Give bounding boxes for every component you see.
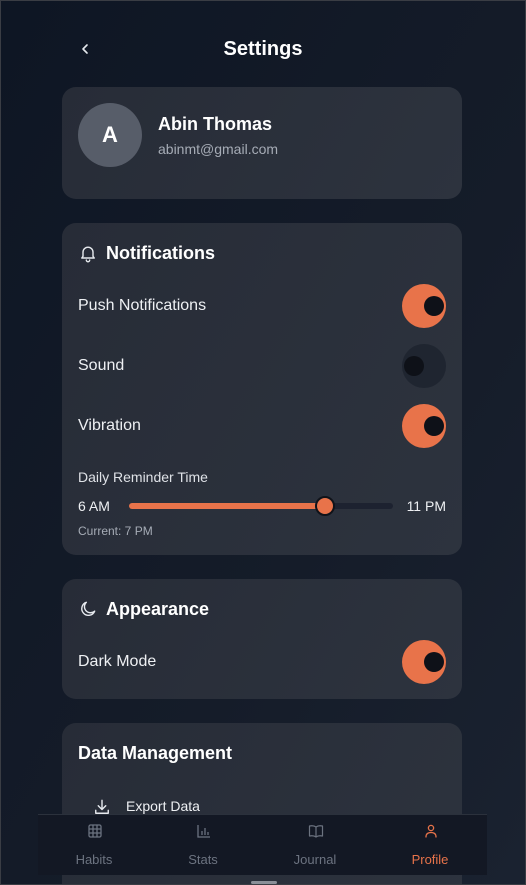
push-notifications-toggle[interactable] (402, 284, 446, 328)
toggle-knob (424, 652, 444, 672)
reminder-min-label: 6 AM (78, 498, 110, 514)
notifications-title: Notifications (106, 243, 216, 263)
dark-mode-toggle[interactable] (402, 640, 446, 684)
notifications-card: Notifications Push Notifications Sound V… (62, 223, 462, 555)
reminder-max-label: 11 PM (406, 498, 446, 514)
tab-stats[interactable]: Stats (147, 815, 259, 875)
vibration-label: Vibration (78, 417, 141, 434)
tab-journal-label: Journal (293, 852, 337, 867)
dark-mode-label: Dark Mode (78, 653, 157, 670)
appearance-title: Appearance (106, 599, 210, 619)
export-data-label: Export Data (126, 798, 200, 814)
bottom-tab-bar: Habits Stats Journal Profile (38, 814, 487, 875)
user-email: abinmt@gmail.com (158, 141, 279, 157)
grid-icon (88, 824, 102, 838)
vibration-toggle[interactable] (402, 404, 446, 448)
user-icon (425, 824, 437, 838)
reminder-time-label: Daily Reminder Time (78, 469, 208, 485)
slider-fill (129, 503, 325, 509)
tab-journal[interactable]: Journal (259, 815, 371, 875)
sound-label: Sound (78, 357, 125, 374)
avatar: A (78, 103, 142, 167)
tab-stats-label: Stats (188, 852, 218, 867)
toggle-knob (424, 416, 444, 436)
data-management-title: Data Management (78, 743, 233, 763)
push-notifications-label: Push Notifications (78, 297, 207, 314)
slider-thumb[interactable] (315, 496, 336, 516)
book-icon (308, 825, 324, 838)
moon-icon (81, 601, 96, 617)
tab-profile[interactable]: Profile (374, 815, 486, 875)
tab-profile-label: Profile (411, 852, 449, 867)
user-name: Abin Thomas (158, 114, 273, 134)
bell-icon (81, 246, 95, 263)
tab-habits-label: Habits (75, 852, 113, 867)
profile-card[interactable]: A Abin Thomas abinmt@gmail.com (62, 87, 462, 199)
app-screen: Settings A Abin Thomas abinmt@gmail.com … (0, 0, 526, 885)
reminder-time-slider[interactable] (129, 495, 393, 517)
home-indicator (251, 881, 277, 884)
tab-habits[interactable]: Habits (38, 815, 150, 875)
reminder-current-label: Current: 7 PM (78, 524, 153, 538)
appearance-card: Appearance Dark Mode (62, 579, 462, 699)
page-title: Settings (223, 38, 303, 60)
sound-toggle[interactable] (402, 344, 446, 388)
bar-chart-icon (197, 825, 210, 838)
toggle-knob (424, 296, 444, 316)
toggle-knob (404, 356, 424, 376)
header: Settings (1, 31, 525, 69)
